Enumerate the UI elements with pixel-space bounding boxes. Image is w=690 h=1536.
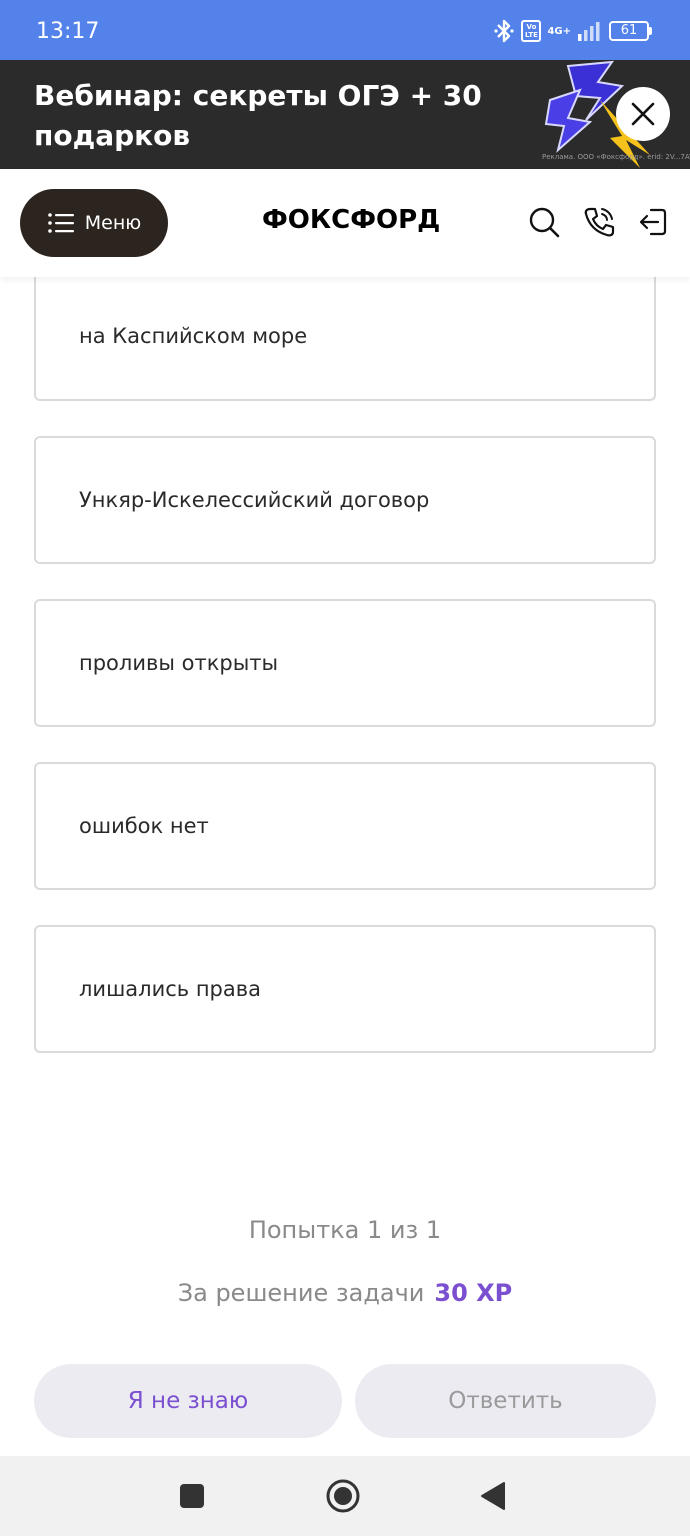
phone-icon[interactable] [582, 205, 616, 239]
battery-icon: 61 [609, 21, 652, 41]
answer-option-label: на Каспийском море [79, 324, 308, 348]
status-time: 13:17 [36, 19, 100, 44]
home-icon[interactable] [325, 1478, 361, 1514]
close-icon [631, 102, 655, 126]
ad-title: Вебинар: секреты ОГЭ + 30 подарков [34, 79, 482, 152]
reward-label: За решение задачи [177, 1279, 425, 1307]
battery-level: 61 [609, 21, 649, 41]
bluetooth-icon [493, 18, 515, 44]
answer-option-label: проливы открыты [79, 651, 279, 675]
attempt-counter: Попытка 1 из 1 [248, 1216, 442, 1244]
back-icon[interactable] [476, 1478, 512, 1514]
network-type: 4G+ [547, 25, 571, 37]
system-nav-bar [0, 1456, 690, 1536]
answer-option[interactable]: на Каспийском море [34, 273, 656, 401]
answer-option[interactable]: проливы открыты [34, 599, 656, 727]
list-icon [47, 213, 74, 233]
menu-button[interactable]: Меню [20, 189, 168, 257]
answer-option-label: лишались права [79, 977, 261, 1001]
login-icon[interactable] [637, 205, 671, 239]
status-bar: 13:17 Vo LTE 4G+ 61 [0, 0, 690, 60]
answer-option[interactable]: лишались права [34, 925, 656, 1053]
answer-button[interactable]: Ответить [355, 1364, 656, 1438]
search-icon[interactable] [527, 205, 561, 239]
foxford-logo[interactable]: ФОКСФОРД [262, 205, 440, 235]
battery-tip [649, 27, 652, 35]
answer-option[interactable]: Ункяр-Искелессийский договор [34, 436, 656, 564]
ad-disclaimer: Реклама. ООО «Фоксфорд». erid: 2V...7ATG… [542, 153, 690, 161]
answer-option-label: ошибок нет [79, 814, 209, 838]
menu-label: Меню [84, 212, 142, 234]
reward-xp: 30 XP [434, 1279, 513, 1307]
volte-icon: Vo LTE [521, 20, 542, 42]
recent-apps-icon[interactable] [174, 1478, 210, 1514]
reward-info: За решение задачи 30 XP [0, 1279, 690, 1307]
signal-icon [577, 20, 603, 42]
site-header: Меню ФОКСФОРД [0, 169, 690, 277]
ad-close-button[interactable] [616, 87, 670, 141]
status-icons: Vo LTE 4G+ 61 [493, 16, 652, 46]
answer-option[interactable]: ошибок нет [34, 762, 656, 890]
answer-option-label: Ункяр-Искелессийский договор [79, 488, 430, 512]
ad-banner[interactable]: Вебинар: секреты ОГЭ + 30 подарков Рекла… [0, 60, 690, 169]
dont-know-button[interactable]: Я не знаю [34, 1364, 342, 1438]
